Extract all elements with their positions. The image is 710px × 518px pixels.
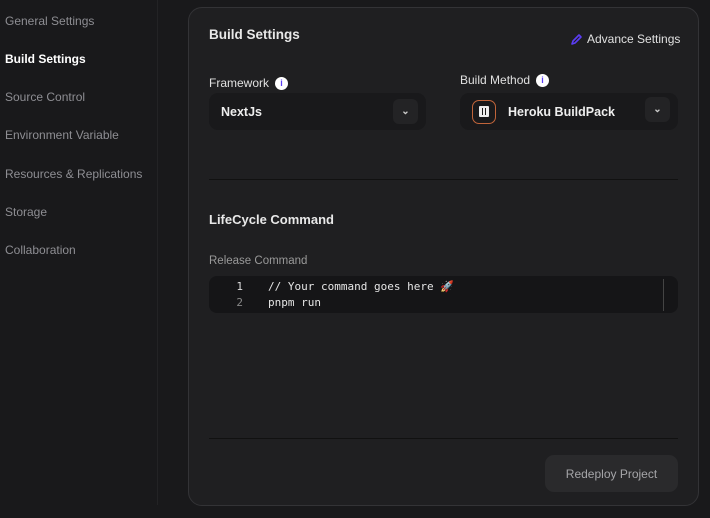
code-text: // Your command goes here 🚀	[268, 279, 454, 293]
editor-scrollbar[interactable]	[663, 279, 664, 311]
advance-settings-label: Advance Settings	[587, 32, 681, 46]
build-method-value: Heroku BuildPack	[508, 104, 615, 119]
sidebar-item-environment-variable[interactable]: Environment Variable	[5, 128, 119, 142]
lifecycle-title: LifeCycle Command	[209, 212, 334, 227]
sidebar-item-general-settings[interactable]: General Settings	[5, 14, 94, 28]
build-method-select[interactable]: Heroku BuildPack ⌄	[460, 93, 678, 130]
framework-value: NextJs	[221, 104, 262, 119]
advance-settings-link[interactable]: Advance Settings	[570, 32, 680, 46]
build-method-label-text: Build Method	[460, 73, 531, 87]
settings-sidebar: General Settings Build Settings Source C…	[0, 0, 158, 505]
line-number: 2	[236, 295, 243, 309]
framework-label: Framework i	[209, 76, 289, 90]
redeploy-project-button[interactable]: Redeploy Project	[545, 455, 678, 492]
framework-select[interactable]: NextJs ⌄	[209, 93, 426, 130]
framework-label-text: Framework	[209, 76, 270, 90]
release-command-label: Release Command	[209, 255, 308, 267]
build-method-label: Build Method i	[460, 73, 550, 87]
pencil-icon	[571, 33, 582, 45]
sidebar-item-storage[interactable]: Storage	[5, 205, 47, 219]
code-line: 1 // Your command goes here 🚀	[209, 278, 678, 294]
sidebar-item-collaboration[interactable]: Collaboration	[5, 243, 76, 257]
chevron-down-icon: ⌄	[645, 97, 670, 122]
sidebar-item-source-control[interactable]: Source Control	[5, 90, 85, 104]
info-icon[interactable]: i	[536, 73, 550, 87]
sidebar-item-resources-replications[interactable]: Resources & Replications	[5, 167, 142, 181]
line-number: 1	[236, 279, 243, 293]
build-settings-card: Build Settings Advance Settings Framewor…	[188, 7, 699, 506]
sidebar-item-build-settings[interactable]: Build Settings	[5, 52, 86, 66]
code-line: 2 pnpm run	[209, 294, 678, 310]
info-icon[interactable]: i	[275, 76, 289, 90]
divider	[209, 179, 678, 180]
chevron-down-icon: ⌄	[393, 99, 418, 124]
divider	[209, 438, 678, 439]
release-command-editor[interactable]: 1 // Your command goes here 🚀 2 pnpm run	[209, 276, 678, 313]
code-text: pnpm run	[268, 295, 321, 309]
build-settings-title: Build Settings	[209, 27, 300, 42]
heroku-icon	[472, 99, 496, 124]
